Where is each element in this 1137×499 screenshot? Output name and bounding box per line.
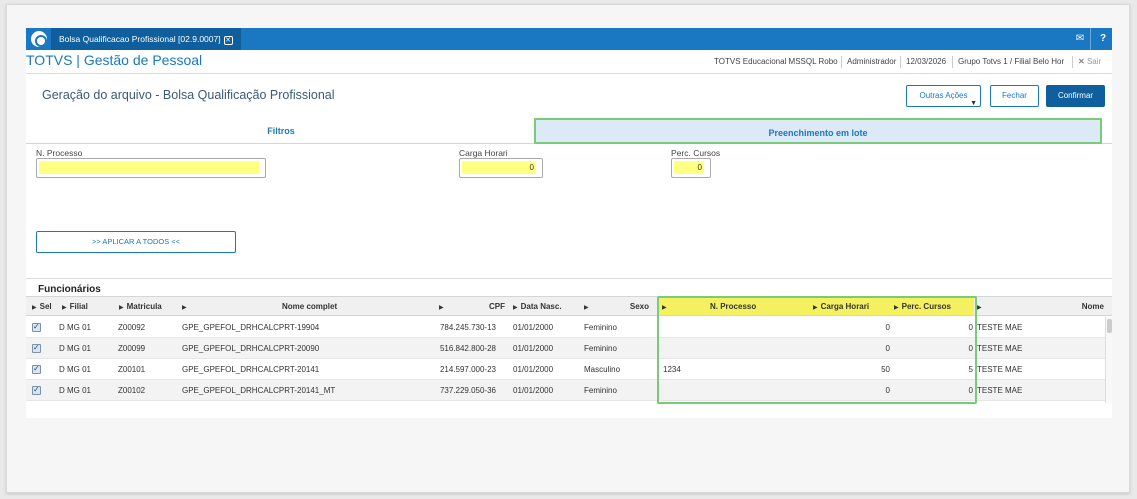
page-title: Geração do arquivo - Bolsa Qualificação … [42,88,335,102]
col-nome-complet[interactable]: ▶ Nome complet [182,297,436,317]
branch-info[interactable]: Grupo Totvs 1 / Filial Belo Hor [952,56,1069,68]
form-tabs: Filtros Preenchimento em lote [26,118,1112,144]
totvs-logo-icon[interactable] [31,31,47,47]
mail-icon[interactable]: ✉ [1069,28,1091,50]
sort-arrow-icon: ▶ [62,305,67,311]
user-info: Administrador [841,56,901,68]
row-checkbox[interactable] [32,322,41,332]
row-checkbox[interactable] [32,385,41,395]
close-tab-icon[interactable]: ✕ [223,36,233,45]
perc-cursos-value: 0 [674,161,704,174]
other-actions-label: Outras Ações [919,91,968,100]
scroll-thumb[interactable] [1107,319,1112,333]
date-info: 12/03/2026 [900,56,951,68]
sort-arrow-icon: ▶ [119,305,124,311]
employees-section-title: Funcionários [38,284,101,295]
caret-down-icon: ▼ [970,100,977,107]
sort-arrow-icon: ▶ [977,305,982,311]
sort-arrow-icon: ▶ [584,305,589,311]
titlebar-separator [1090,28,1091,50]
n-processo-field[interactable] [36,158,266,178]
window-tab-label: Bolsa Qualificacao Profissional [02.9.00… [59,34,221,44]
carga-horari-value: 0 [462,161,536,174]
exit-label: Sair [1086,57,1102,66]
close-button[interactable]: Fechar [990,85,1039,107]
col-sexo[interactable]: ▶ Sexo [584,297,649,317]
n-processo-label: N. Processo [36,148,83,158]
app-header: TOTVS | Gestão de Pessoal TOTVS Educacio… [26,50,1112,74]
col-filial[interactable]: ▶ Filial [62,297,88,317]
sort-arrow-icon: ▶ [513,305,518,311]
sort-arrow-icon: ▶ [439,305,444,311]
tab-filtros[interactable]: Filtros [26,118,536,144]
environment-info: TOTVS Educacional MSSQL Robo [714,57,838,66]
perc-cursos-field[interactable]: 0 [671,158,711,178]
title-bar: Bolsa Qualificacao Profissional [02.9.00… [26,28,1112,50]
close-icon: ✕ [1078,57,1085,66]
carga-horari-field[interactable]: 0 [459,158,543,178]
col-data-nasc[interactable]: ▶ Data Nasc. [513,297,562,317]
brand-title: TOTVS | Gestão de Pessoal [26,52,203,68]
exit-button[interactable]: ✕ Sair [1072,56,1106,68]
tab-preenchimento-em-lote[interactable]: Preenchimento em lote [534,118,1102,144]
window-tab[interactable]: Bolsa Qualificacao Profissional [02.9.00… [51,28,241,50]
row-checkbox[interactable] [32,364,41,374]
section-divider [26,278,1112,279]
help-icon[interactable]: ? [1092,28,1112,50]
sort-arrow-icon: ▶ [182,305,187,311]
col-nome[interactable]: ▶ Nome [977,297,1104,317]
col-sel[interactable]: ▶ Sel [32,297,52,317]
row-checkbox[interactable] [32,343,41,353]
col-cpf[interactable]: ▶ CPF [439,297,505,317]
sort-arrow-icon: ▶ [32,305,37,311]
other-actions-button[interactable]: Outras Ações ▼ [906,85,981,107]
col-matricula[interactable]: ▶ Matricula [119,297,162,317]
confirm-button[interactable]: Confirmar [1046,85,1105,107]
carga-horari-label: Carga Horari [459,148,508,158]
grid-scrollbar[interactable] [1105,317,1112,403]
apply-all-button[interactable]: >> APLICAR A TODOS << [36,231,236,253]
perc-cursos-label: Perc. Cursos [671,148,721,158]
highlight-box [657,296,977,404]
app-window: Bolsa Qualificacao Profissional [02.9.00… [26,28,1112,418]
n-processo-value [39,161,259,174]
